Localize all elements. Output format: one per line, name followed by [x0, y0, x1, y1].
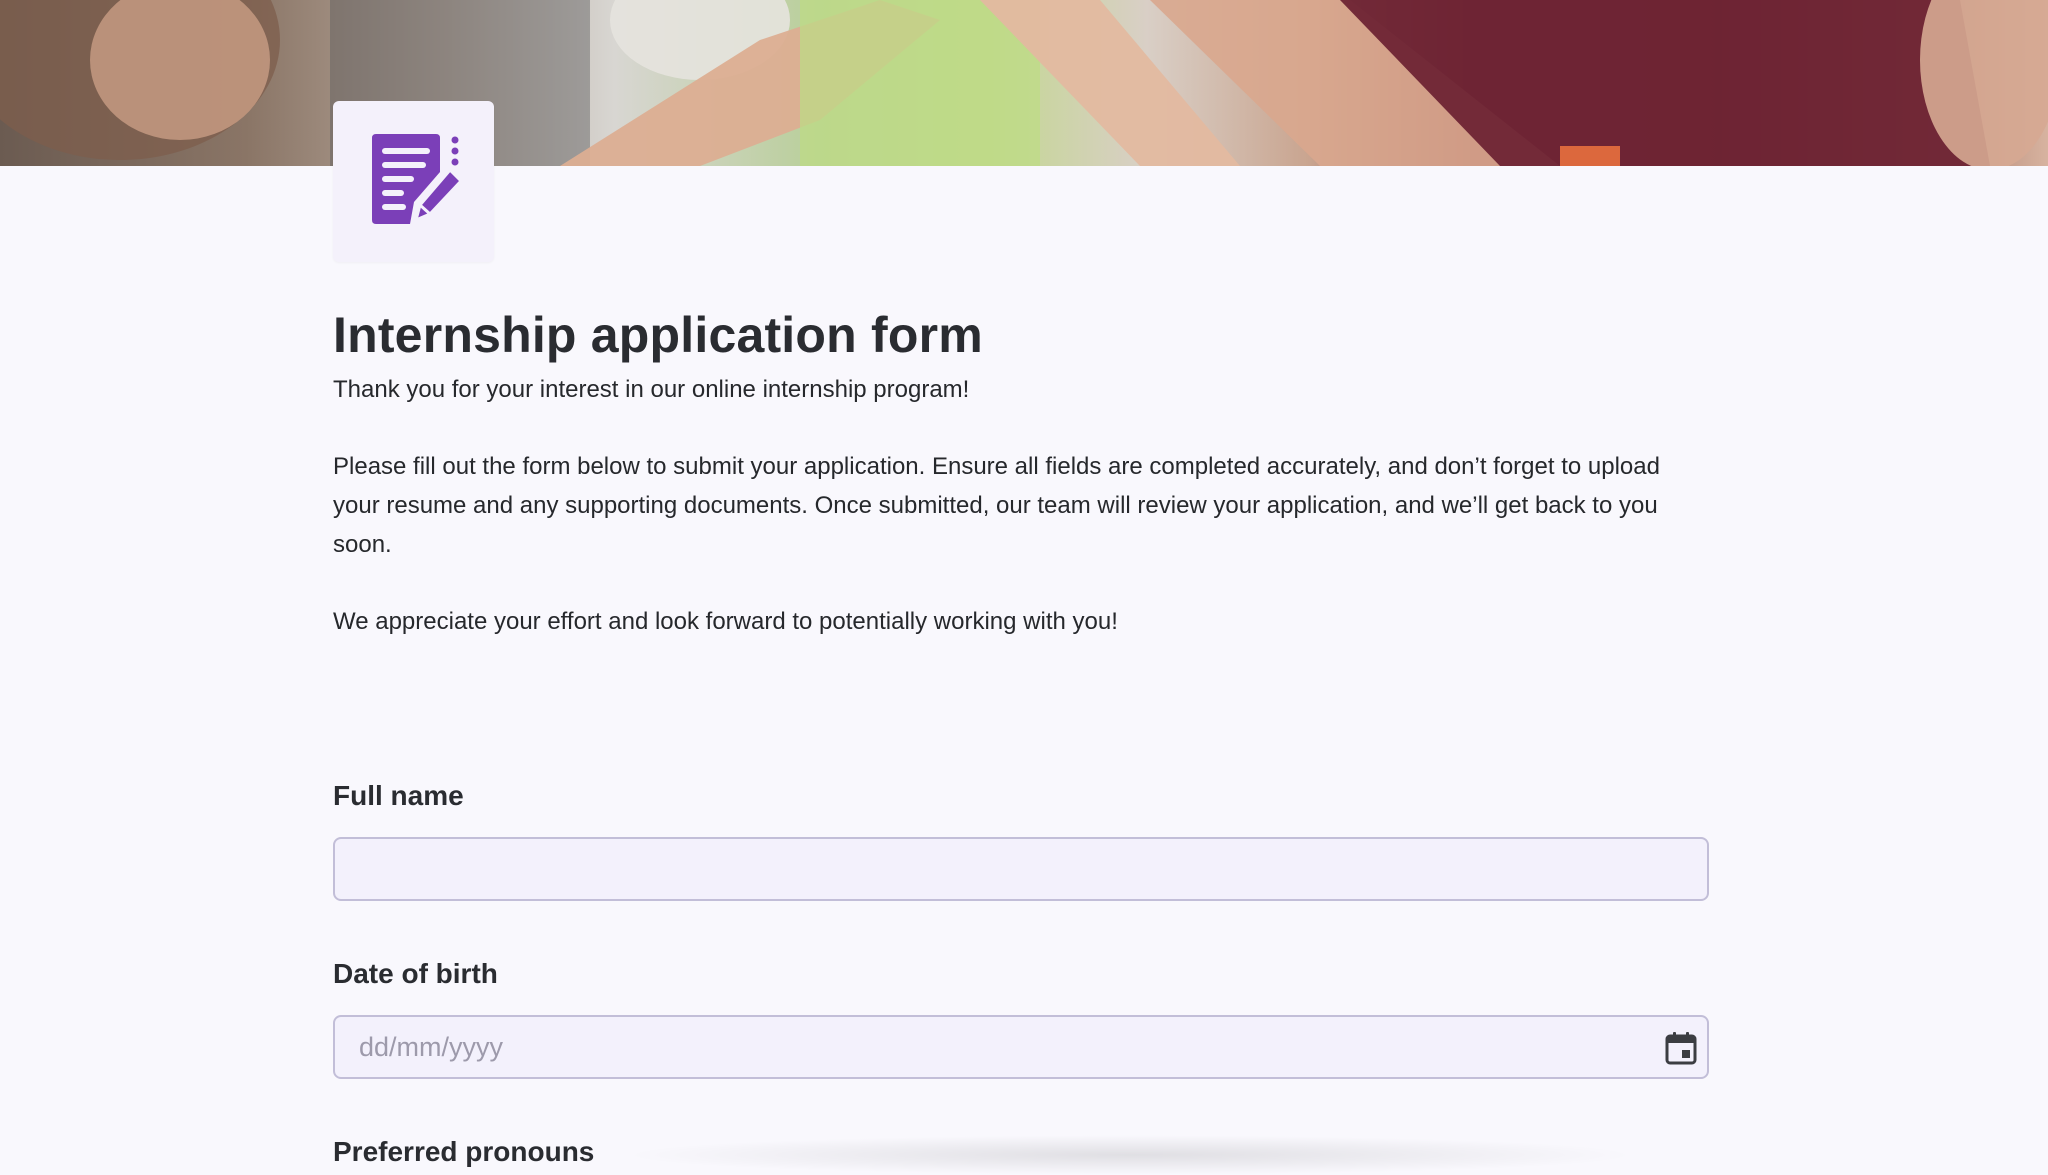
form-title: Internship application form	[333, 307, 983, 363]
form-description: Thank you for your interest in our onlin…	[333, 370, 1713, 641]
full-name-input[interactable]	[333, 837, 1709, 901]
preferred-pronouns-label: Preferred pronouns	[333, 1136, 595, 1167]
document-edit-icon	[364, 132, 464, 231]
form-intro: Internship application form Thank you fo…	[333, 300, 1713, 641]
description-paragraph: Please fill out the form below to submit…	[333, 453, 1660, 558]
description-paragraph: Thank you for your interest in our onlin…	[333, 376, 970, 403]
form-logo	[333, 101, 494, 262]
date-of-birth-label: Date of birth	[333, 958, 498, 989]
calendar-icon[interactable]	[1665, 1031, 1697, 1065]
full-name-label: Full name	[333, 780, 464, 811]
date-of-birth-input[interactable]	[333, 1015, 1709, 1079]
description-paragraph: We appreciate your effort and look forwa…	[333, 608, 1118, 635]
header-banner-image	[0, 0, 2048, 166]
floating-toolbar-shadow	[620, 1135, 1640, 1175]
